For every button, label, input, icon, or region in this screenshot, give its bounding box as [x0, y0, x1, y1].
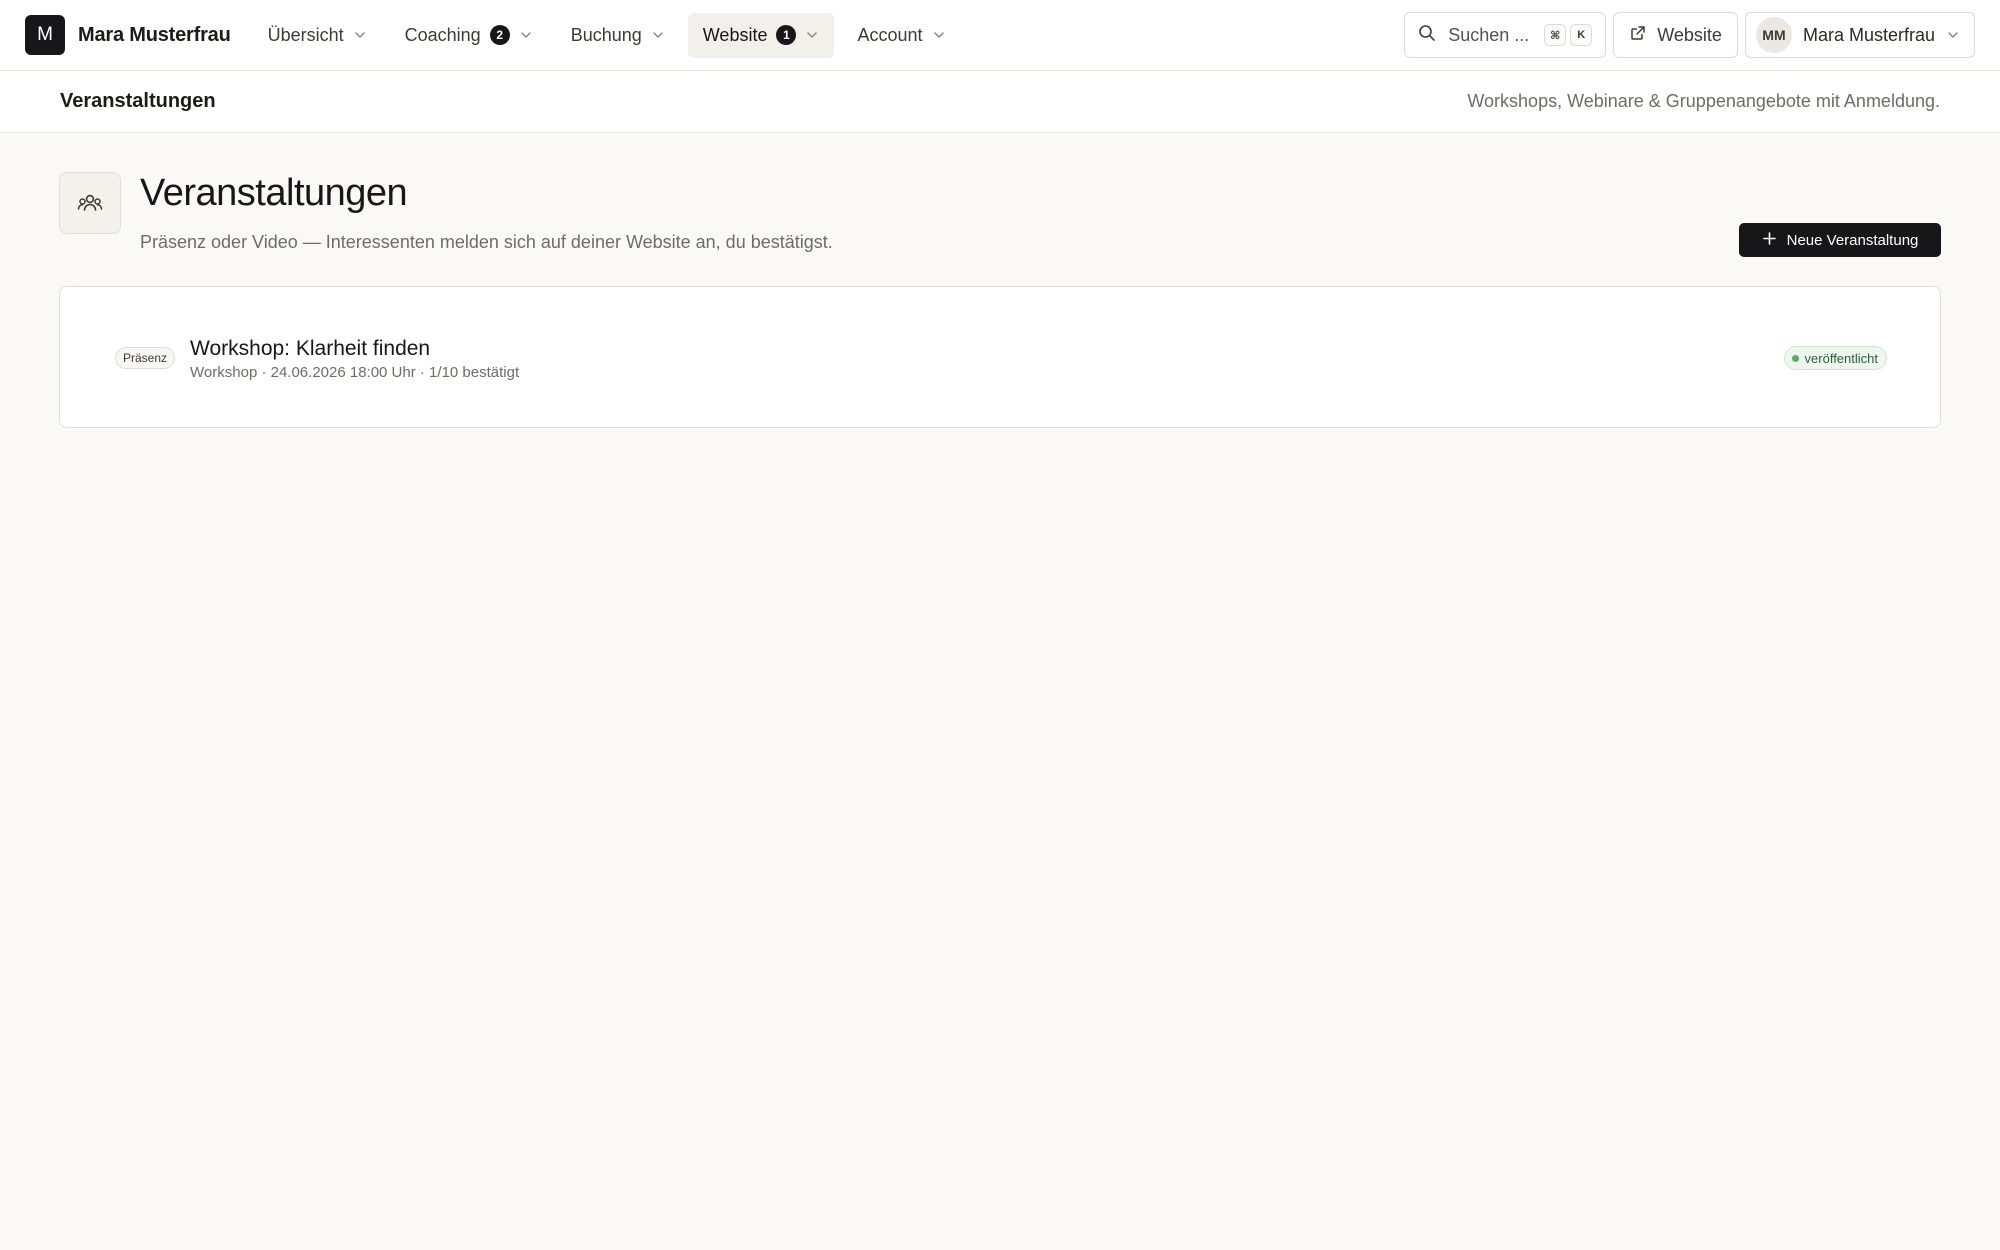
section-description: Workshops, Webinare & Gruppenangebote mi…	[1467, 91, 1940, 111]
list-item[interactable]: Präsenz Workshop: Klarheit finden Worksh…	[115, 323, 1887, 393]
event-type-badge: Präsenz	[115, 347, 176, 369]
status-dot-icon	[1791, 354, 1799, 362]
event-list: Präsenz Workshop: Klarheit finden Worksh…	[59, 286, 1941, 428]
plus-icon	[1762, 231, 1777, 250]
nav-item-buchung[interactable]: Buchung	[556, 13, 680, 58]
topbar-actions: Suchen ... ⌘ K Website MM Mara Musterfra…	[1404, 12, 1975, 58]
nav-item-label: Buchung	[570, 24, 642, 45]
open-website-button[interactable]: Website	[1613, 12, 1738, 58]
top-navigation-bar: M Mara Musterfrau Übersicht Coaching 2 B…	[0, 0, 2000, 71]
chevron-down-icon	[353, 28, 367, 42]
nav-item-label: Account	[857, 24, 923, 45]
status-label: veröffentlicht	[1804, 350, 1878, 366]
main-nav: Übersicht Coaching 2 Buchung Website 1 A…	[253, 12, 969, 58]
nav-item-label: Website	[702, 24, 768, 45]
new-event-label: Neue Veranstaltung	[1786, 231, 1919, 249]
brand[interactable]: M Mara Musterfrau	[25, 15, 231, 55]
search-button[interactable]: Suchen ... ⌘ K	[1404, 12, 1607, 58]
nav-item-label: Übersicht	[267, 24, 344, 45]
event-info: Workshop: Klarheit finden Workshop · 24.…	[190, 336, 519, 381]
external-link-icon	[1629, 24, 1647, 47]
page-title: Veranstaltungen	[140, 172, 408, 214]
section-header: Veranstaltungen Workshops, Webinare & Gr…	[0, 71, 2000, 133]
chevron-down-icon	[805, 28, 819, 42]
notification-badge: 1	[776, 25, 797, 45]
nav-item-website[interactable]: Website 1	[687, 12, 835, 58]
nav-item-label: Coaching	[404, 24, 481, 45]
nav-item-uebersicht[interactable]: Übersicht	[253, 13, 382, 58]
brand-logo: M	[25, 15, 65, 55]
notification-badge: 2	[489, 25, 510, 45]
page-description: Präsenz oder Video — Interessenten melde…	[140, 232, 833, 252]
new-event-button[interactable]: Neue Veranstaltung	[1739, 223, 1941, 257]
user-menu-button[interactable]: MM Mara Musterfrau	[1744, 12, 1975, 58]
status-badge: veröffentlicht	[1783, 346, 1887, 370]
group-icon	[59, 172, 121, 234]
nav-item-account[interactable]: Account	[842, 13, 960, 58]
user-name: Mara Musterfrau	[1802, 24, 1935, 45]
avatar: MM	[1755, 17, 1792, 53]
chevron-down-icon	[932, 28, 946, 42]
command-key: ⌘	[1544, 24, 1567, 46]
chevron-down-icon	[651, 28, 665, 42]
open-website-label: Website	[1657, 24, 1722, 45]
keyboard-shortcut: ⌘ K	[1544, 24, 1593, 46]
chevron-down-icon	[1946, 28, 1960, 42]
section-title: Veranstaltungen	[60, 90, 216, 112]
brand-name: Mara Musterfrau	[78, 23, 231, 46]
k-key: K	[1570, 24, 1593, 46]
search-icon	[1418, 24, 1436, 47]
event-title: Workshop: Klarheit finden	[190, 336, 431, 360]
event-meta: Workshop · 24.06.2026 18:00 Uhr · 1/10 b…	[190, 363, 520, 381]
search-placeholder: Suchen ...	[1448, 24, 1530, 45]
nav-item-coaching[interactable]: Coaching 2	[390, 13, 548, 58]
chevron-down-icon	[519, 28, 533, 42]
